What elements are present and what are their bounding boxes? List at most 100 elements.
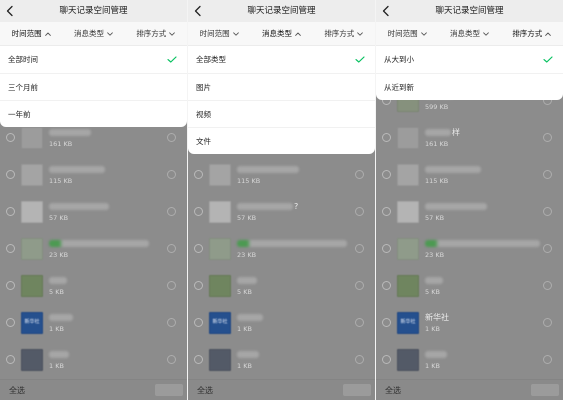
list-item[interactable]: ? 57 KB: [188, 194, 375, 231]
list-item[interactable]: 23 KB: [188, 231, 375, 268]
item-name-fragment: ?: [294, 202, 299, 211]
radio-circle-icon[interactable]: [6, 207, 15, 216]
radio-circle-icon[interactable]: [382, 207, 391, 216]
list-item[interactable]: 5 KB: [376, 268, 563, 305]
list-item[interactable]: 115 KB: [188, 157, 375, 194]
filter-time-range[interactable]: 时间范围: [0, 22, 62, 45]
radio-circle-icon[interactable]: [6, 281, 15, 290]
more-circle-icon[interactable]: [167, 207, 176, 216]
radio-circle-icon[interactable]: [6, 244, 15, 253]
more-circle-icon[interactable]: [355, 318, 364, 327]
back-icon[interactable]: [381, 5, 390, 17]
action-button[interactable]: [343, 384, 371, 396]
back-icon[interactable]: [193, 5, 202, 17]
more-circle-icon[interactable]: [355, 207, 364, 216]
item-name-text: 新华社: [425, 313, 449, 322]
list-item[interactable]: 23 KB: [376, 231, 563, 268]
radio-circle-icon[interactable]: [6, 355, 15, 364]
item-name: [237, 349, 259, 360]
thumbnail: [397, 201, 419, 223]
list-item[interactable]: 新华社 1 KB: [0, 305, 187, 342]
filter-message-type[interactable]: 消息类型: [250, 22, 312, 45]
more-circle-icon[interactable]: [543, 281, 552, 290]
more-circle-icon[interactable]: [543, 133, 552, 142]
dropdown-option[interactable]: 全部类型: [188, 46, 375, 73]
list-item[interactable]: 57 KB: [0, 194, 187, 231]
radio-circle-icon[interactable]: [194, 355, 203, 364]
radio-circle-icon[interactable]: [382, 133, 391, 142]
filter-message-type[interactable]: 消息类型: [438, 22, 500, 45]
more-circle-icon[interactable]: [355, 170, 364, 179]
select-all-button[interactable]: 全选: [197, 385, 213, 396]
more-circle-icon[interactable]: [167, 244, 176, 253]
list-item[interactable]: 5 KB: [0, 268, 187, 305]
back-icon[interactable]: [5, 5, 14, 17]
radio-circle-icon[interactable]: [6, 318, 15, 327]
list-item[interactable]: 样 161 KB: [376, 120, 563, 157]
filter-sort-order[interactable]: 排序方式: [501, 22, 563, 45]
action-button[interactable]: [155, 384, 183, 396]
radio-circle-icon[interactable]: [194, 244, 203, 253]
phone-screen: 聊天记录空间管理 时间范围 消息类型 排序方式 161 KB 115 KB 57 KB 23 …: [0, 0, 187, 400]
more-circle-icon[interactable]: [167, 133, 176, 142]
more-circle-icon[interactable]: [543, 207, 552, 216]
dropdown-option[interactable]: 从近到新: [376, 73, 563, 100]
list-item[interactable]: 115 KB: [376, 157, 563, 194]
more-circle-icon[interactable]: [355, 281, 364, 290]
dropdown-option[interactable]: 从大到小: [376, 46, 563, 73]
list-item[interactable]: 57 KB: [376, 194, 563, 231]
filter-sort-order[interactable]: 排序方式: [125, 22, 187, 45]
item-name: [425, 275, 443, 286]
blurred-name: [49, 166, 105, 173]
dropdown-option[interactable]: 三个月前: [0, 73, 187, 100]
more-circle-icon[interactable]: [167, 318, 176, 327]
radio-circle-icon[interactable]: [382, 170, 391, 179]
radio-circle-icon[interactable]: [382, 244, 391, 253]
list-item[interactable]: 新华社 新华社 1 KB: [376, 305, 563, 342]
chevron-up-icon: [545, 32, 552, 36]
action-button[interactable]: [531, 384, 559, 396]
radio-circle-icon[interactable]: [194, 170, 203, 179]
more-circle-icon[interactable]: [543, 355, 552, 364]
radio-circle-icon[interactable]: [194, 281, 203, 290]
dropdown-option[interactable]: 全部时间: [0, 46, 187, 73]
more-circle-icon[interactable]: [355, 244, 364, 253]
list-item[interactable]: 1 KB: [188, 342, 375, 379]
radio-circle-icon[interactable]: [382, 281, 391, 290]
file-size: 161 KB: [425, 140, 449, 148]
radio-circle-icon[interactable]: [382, 355, 391, 364]
filter-sort-order[interactable]: 排序方式: [313, 22, 375, 45]
list-item[interactable]: 新华社 1 KB: [188, 305, 375, 342]
radio-circle-icon[interactable]: [6, 170, 15, 179]
dropdown-option[interactable]: 图片: [188, 73, 375, 100]
more-circle-icon[interactable]: [167, 355, 176, 364]
logo-text: 新华社: [400, 319, 416, 325]
check-icon: [543, 56, 553, 63]
select-all-button[interactable]: 全选: [9, 385, 25, 396]
filter-time-range[interactable]: 时间范围: [188, 22, 250, 45]
filter-time-range[interactable]: 时间范围: [376, 22, 438, 45]
dropdown-option[interactable]: 一年前: [0, 100, 187, 127]
more-circle-icon[interactable]: [167, 281, 176, 290]
more-circle-icon[interactable]: [543, 244, 552, 253]
list-item[interactable]: 23 KB: [0, 231, 187, 268]
list-item[interactable]: 1 KB: [0, 342, 187, 379]
select-all-button[interactable]: 全选: [385, 385, 401, 396]
dropdown-option[interactable]: 视频: [188, 100, 375, 127]
radio-circle-icon[interactable]: [194, 318, 203, 327]
blurred-name: [237, 240, 347, 247]
list-item[interactable]: 1 KB: [376, 342, 563, 379]
list-item[interactable]: 115 KB: [0, 157, 187, 194]
list-item[interactable]: 5 KB: [188, 268, 375, 305]
radio-circle-icon[interactable]: [6, 133, 15, 142]
more-circle-icon[interactable]: [355, 355, 364, 364]
filter-message-type[interactable]: 消息类型: [62, 22, 124, 45]
more-circle-icon[interactable]: [167, 170, 176, 179]
filter-label: 消息类型: [261, 29, 292, 38]
chevron-up-icon: [295, 32, 301, 36]
more-circle-icon[interactable]: [543, 318, 552, 327]
more-circle-icon[interactable]: [543, 170, 552, 179]
radio-circle-icon[interactable]: [194, 207, 203, 216]
radio-circle-icon[interactable]: [382, 318, 391, 327]
dropdown-option[interactable]: 文件: [188, 127, 375, 154]
